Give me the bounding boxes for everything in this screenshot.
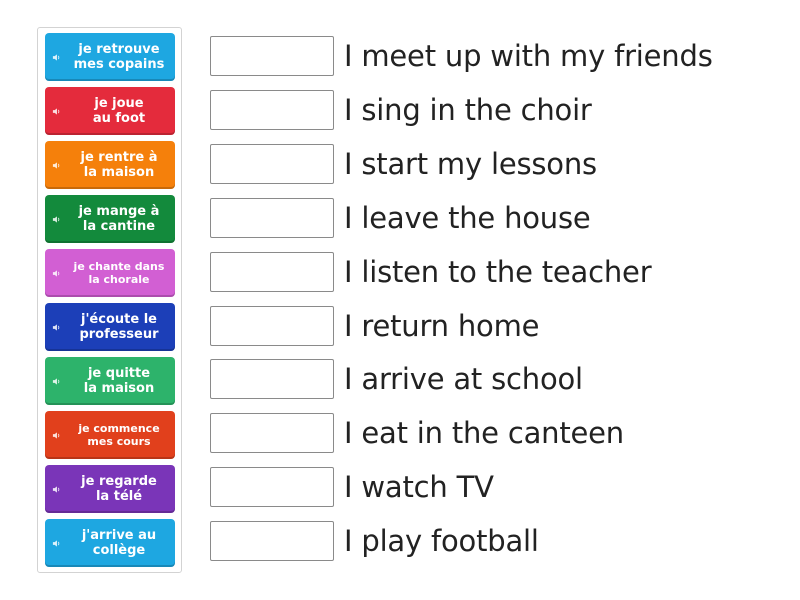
drop-target-box[interactable] xyxy=(210,90,334,130)
tile-label: je joue au foot xyxy=(92,96,146,126)
tile-je-chante-dans-la-chorale[interactable]: je chante dans la chorale xyxy=(45,249,175,297)
match-row: I return home xyxy=(210,305,539,347)
tile-je-retrouve-mes-copains[interactable]: je retrouve mes copains xyxy=(45,33,175,81)
tile-j-ecoute-le-professeur[interactable]: j'écoute le professeur xyxy=(45,303,175,351)
match-row: I sing in the choir xyxy=(210,89,592,131)
drop-target-box[interactable] xyxy=(210,198,334,238)
tile-je-commence-mes-cours[interactable]: je commence mes cours xyxy=(45,411,175,459)
match-row: I leave the house xyxy=(210,197,591,239)
english-phrase: I eat in the canteen xyxy=(344,416,624,450)
match-row: I start my lessons xyxy=(210,143,597,185)
english-phrase: I watch TV xyxy=(344,470,494,504)
speaker-icon[interactable] xyxy=(45,323,67,332)
tile-label: je rentre à la maison xyxy=(80,150,158,180)
speaker-icon[interactable] xyxy=(45,53,67,62)
english-phrase: I return home xyxy=(344,309,540,343)
english-phrase: I leave the house xyxy=(344,201,591,235)
tile-label: j'écoute le professeur xyxy=(79,312,159,342)
match-row: I eat in the canteen xyxy=(210,412,624,454)
tile-je-joue-au-foot[interactable]: je joue au foot xyxy=(45,87,175,135)
match-row: I arrive at school xyxy=(210,358,583,400)
drop-target-box[interactable] xyxy=(210,36,334,76)
speaker-icon[interactable] xyxy=(45,107,67,116)
english-phrase: I play football xyxy=(344,524,539,558)
speaker-icon[interactable] xyxy=(45,377,67,386)
tile-je-mange-a-la-cantine[interactable]: je mange à la cantine xyxy=(45,195,175,243)
tile-je-regarde-la-tele[interactable]: je regarde la télé xyxy=(45,465,175,513)
tile-label: je chante dans la chorale xyxy=(73,260,165,286)
tile-label: je mange à la cantine xyxy=(78,204,160,234)
tile-je-quitte-la-maison[interactable]: je quitte la maison xyxy=(45,357,175,405)
english-phrase: I start my lessons xyxy=(344,147,597,181)
match-row: I watch TV xyxy=(210,466,494,508)
speaker-icon[interactable] xyxy=(45,485,67,494)
drop-target-box[interactable] xyxy=(210,252,334,292)
tile-label: je regarde la télé xyxy=(81,474,157,504)
tile-label: je commence mes cours xyxy=(78,422,160,448)
tile-je-rentre-a-la-maison[interactable]: je rentre à la maison xyxy=(45,141,175,189)
speaker-icon[interactable] xyxy=(45,269,67,278)
speaker-icon[interactable] xyxy=(45,539,67,548)
answer-tiles-panel: je retrouve mes copains je joue au foot … xyxy=(37,27,182,573)
english-phrase: I sing in the choir xyxy=(344,93,592,127)
drop-target-box[interactable] xyxy=(210,306,334,346)
speaker-icon[interactable] xyxy=(45,161,67,170)
english-phrase: I meet up with my friends xyxy=(344,39,713,73)
match-row: I play football xyxy=(210,520,539,562)
speaker-icon[interactable] xyxy=(45,215,67,224)
english-phrase: I arrive at school xyxy=(344,362,583,396)
english-phrase: I listen to the teacher xyxy=(344,255,652,289)
drop-target-box[interactable] xyxy=(210,521,334,561)
drop-target-box[interactable] xyxy=(210,413,334,453)
speaker-icon[interactable] xyxy=(45,431,67,440)
tile-j-arrive-au-college[interactable]: j'arrive au collège xyxy=(45,519,175,567)
tile-label: je retrouve mes copains xyxy=(73,42,165,72)
drop-target-box[interactable] xyxy=(210,144,334,184)
drop-target-box[interactable] xyxy=(210,359,334,399)
match-row: I meet up with my friends xyxy=(210,35,713,77)
match-row: I listen to the teacher xyxy=(210,251,652,293)
tile-label: j'arrive au collège xyxy=(81,528,157,558)
tile-label: je quitte la maison xyxy=(83,366,155,396)
drop-target-box[interactable] xyxy=(210,467,334,507)
